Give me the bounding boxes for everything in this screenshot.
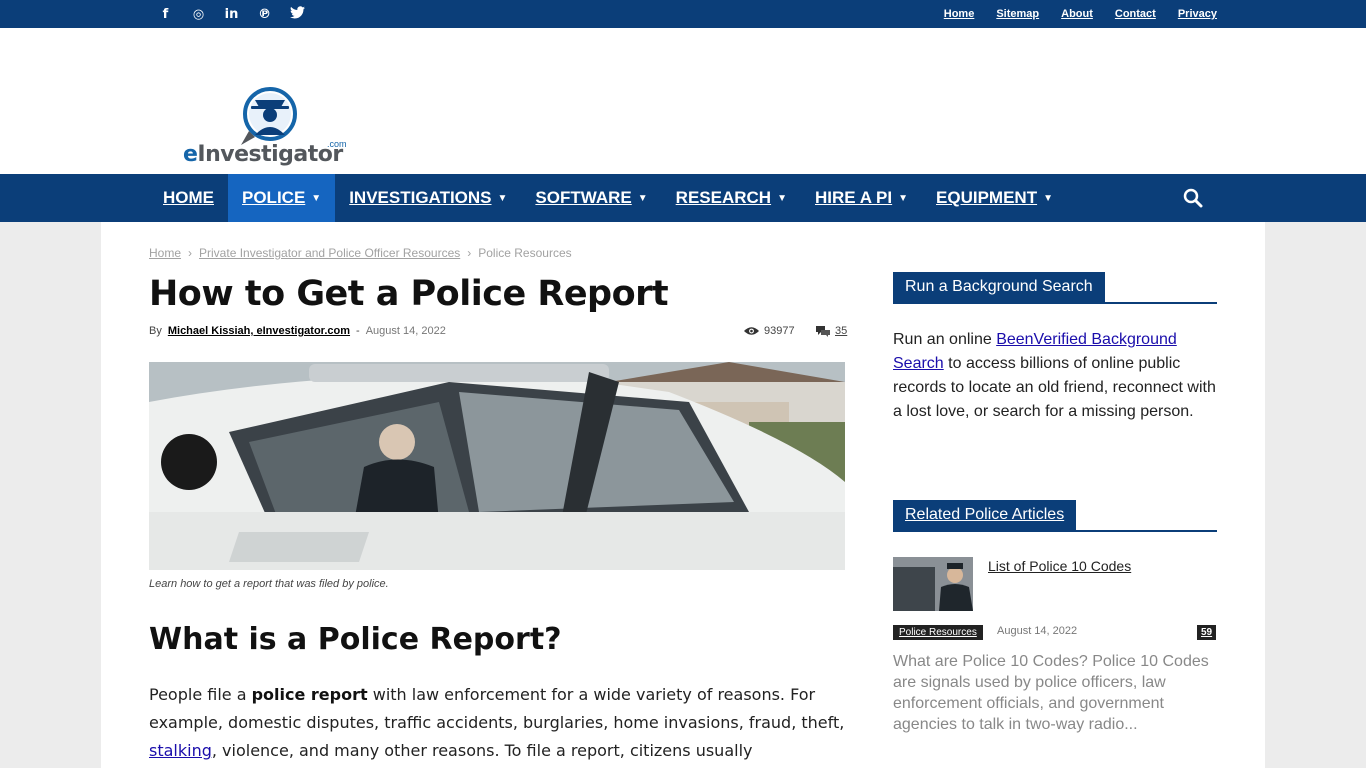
detective-logo-icon xyxy=(241,87,297,145)
view-count-value: 93977 xyxy=(764,325,795,337)
top-links: Home Sitemap About Contact Privacy xyxy=(944,0,1217,28)
nav-item-investigations[interactable]: INVESTIGATIONS ▼ xyxy=(335,174,521,222)
byline-label: By xyxy=(149,325,162,337)
social-links: f ◎ in ℗ xyxy=(156,0,307,28)
breadcrumb: Home › Private Investigator and Police O… xyxy=(149,246,572,260)
breadcrumb-home[interactable]: Home xyxy=(149,246,181,260)
publish-date: August 14, 2022 xyxy=(365,325,446,337)
meta-separator: - xyxy=(356,325,360,337)
linkedin-icon[interactable]: in xyxy=(222,7,241,22)
image-caption: Learn how to get a report that was filed… xyxy=(149,578,389,590)
breadcrumb-resources[interactable]: Private Investigator and Police Officer … xyxy=(199,246,460,260)
toplink-sitemap[interactable]: Sitemap xyxy=(996,8,1039,20)
related-article-title[interactable]: List of Police 10 Codes xyxy=(988,558,1131,574)
chevron-down-icon: ▼ xyxy=(311,192,322,204)
comments-icon xyxy=(816,325,830,337)
toplink-about[interactable]: About xyxy=(1061,8,1093,20)
background-search-widget-title: Run a Background Search xyxy=(893,272,1217,304)
chevron-down-icon: ▼ xyxy=(777,192,787,204)
nav-item-hire-a-pi[interactable]: HIRE A PI ▼ xyxy=(801,174,922,222)
comment-count[interactable]: 35 xyxy=(816,325,847,337)
search-icon[interactable] xyxy=(1183,188,1203,208)
hero-image xyxy=(149,362,845,570)
related-article-excerpt: What are Police 10 Codes? Police 10 Code… xyxy=(893,653,1209,733)
related-article-thumbnail[interactable] xyxy=(893,557,973,611)
instagram-icon[interactable]: ◎ xyxy=(189,7,208,22)
article-paragraph: People file a police report with law enf… xyxy=(149,685,845,760)
breadcrumb-separator: › xyxy=(188,246,193,260)
nav-item-research[interactable]: RESEARCH ▼ xyxy=(662,174,801,222)
toplink-contact[interactable]: Contact xyxy=(1115,8,1156,20)
breadcrumb-current: Police Resources xyxy=(478,246,572,260)
related-articles-link[interactable]: Related Police Articles xyxy=(893,500,1077,530)
related-articles-widget-title: Related Police Articles xyxy=(893,500,1217,532)
article-meta: By Michael Kissiah, eInvestigator.com - … xyxy=(149,325,446,337)
site-header: eInvestigator .com xyxy=(0,28,1366,174)
category-badge[interactable]: Police Resources xyxy=(893,625,983,640)
chevron-down-icon: ▼ xyxy=(1043,192,1053,204)
section-heading: What is a Police Report? xyxy=(149,622,562,657)
chevron-down-icon: ▼ xyxy=(497,192,508,204)
page-title: How to Get a Police Report xyxy=(149,274,669,314)
page-content: Home › Private Investigator and Police O… xyxy=(101,222,1265,768)
logo-wordmark: eInvestigator xyxy=(183,142,343,167)
nav-item-police[interactable]: POLICE ▼ xyxy=(228,174,336,222)
top-bar: f ◎ in ℗ Home Sitemap About Contact Priv… xyxy=(0,0,1366,28)
comment-count-value[interactable]: 35 xyxy=(835,325,847,337)
chevron-down-icon: ▼ xyxy=(898,192,909,204)
background-search-text: Run an online BeenVerified Background Se… xyxy=(893,331,1216,420)
view-count: 93977 xyxy=(744,325,795,337)
toplink-home[interactable]: Home xyxy=(944,8,975,20)
logo-domain: .com xyxy=(327,139,347,149)
related-comment-count[interactable]: 59 xyxy=(1197,625,1217,640)
facebook-icon[interactable]: f xyxy=(156,7,175,22)
stalking-link[interactable]: stalking xyxy=(149,741,212,760)
toplink-privacy[interactable]: Privacy xyxy=(1178,8,1217,20)
nav-item-home[interactable]: HOME xyxy=(149,174,228,222)
breadcrumb-separator: › xyxy=(467,246,472,260)
nav-item-software[interactable]: SOFTWARE ▼ xyxy=(521,174,661,222)
related-article-date: August 14, 2022 xyxy=(997,625,1078,637)
author-link[interactable]: Michael Kissiah, eInvestigator.com xyxy=(168,325,350,337)
nav-menu: HOME POLICE ▼ INVESTIGATIONS ▼ SOFTWARE ▼ R… xyxy=(149,174,1067,222)
nav-item-equipment[interactable]: EQUIPMENT ▼ xyxy=(922,174,1067,222)
eye-icon xyxy=(744,327,759,335)
pinterest-icon[interactable]: ℗ xyxy=(255,7,274,22)
chevron-down-icon: ▼ xyxy=(637,192,648,204)
main-nav: HOME POLICE ▼ INVESTIGATIONS ▼ SOFTWARE ▼ R… xyxy=(0,174,1366,222)
site-logo[interactable]: eInvestigator .com xyxy=(183,87,363,173)
twitter-icon[interactable] xyxy=(288,5,307,23)
